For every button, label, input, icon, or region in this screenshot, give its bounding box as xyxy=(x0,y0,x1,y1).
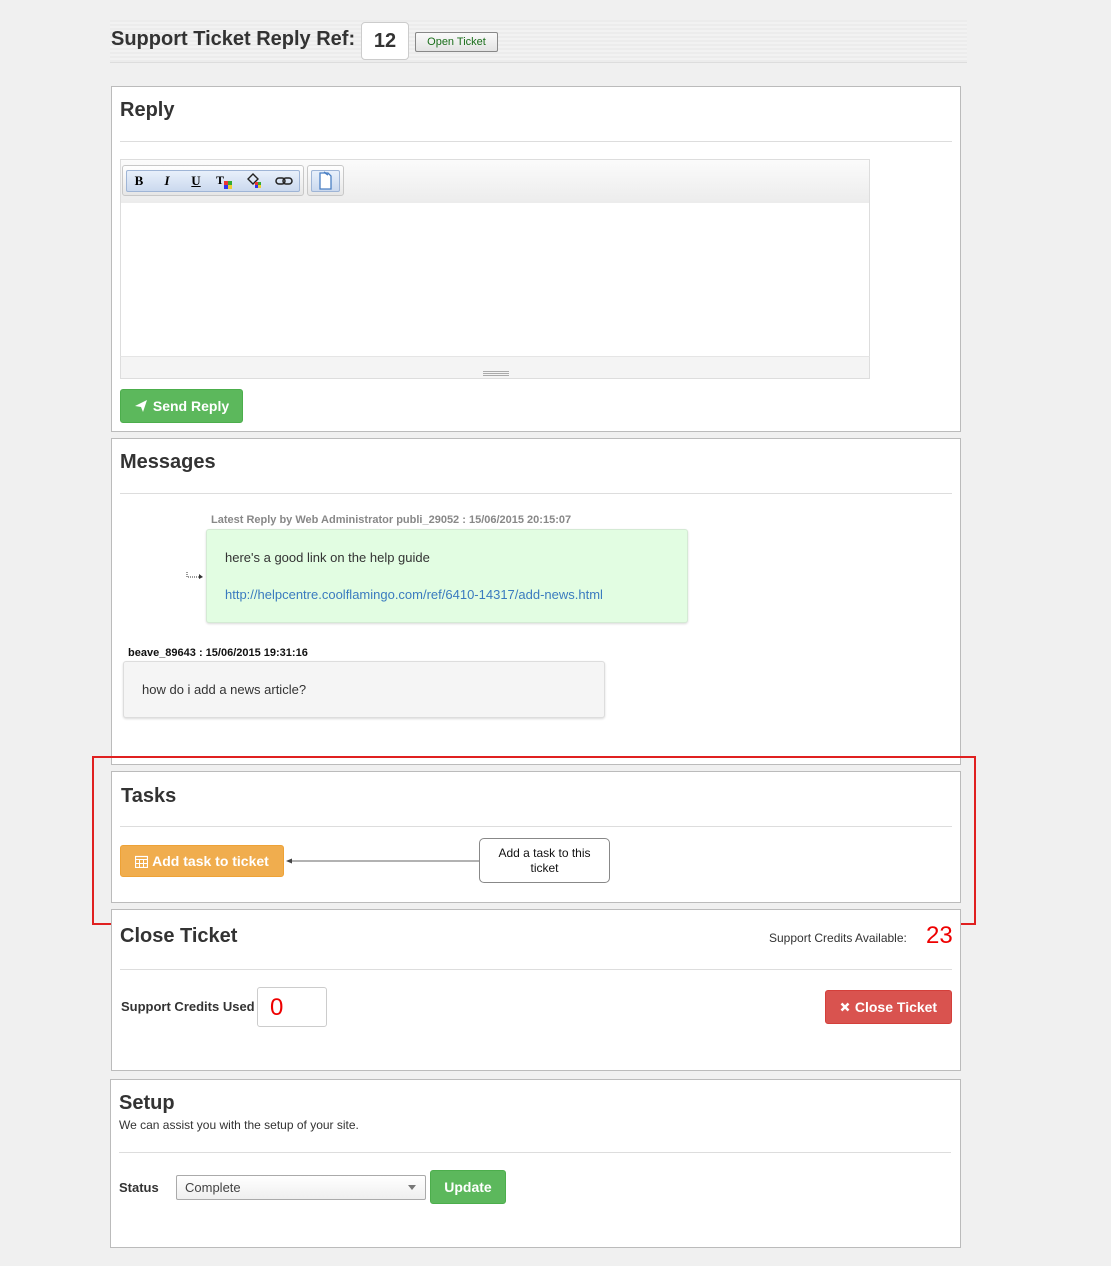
resize-handle[interactable] xyxy=(483,371,509,376)
message-meta: beave_89643 : 15/06/2015 19:31:16 xyxy=(128,647,308,659)
divider xyxy=(120,493,952,494)
paper-plane-icon xyxy=(134,400,147,412)
ticket-ref-number: 12 xyxy=(361,22,409,60)
send-reply-button[interactable]: Send Reply xyxy=(120,389,243,423)
setup-description: We can assist you with the setup of your… xyxy=(119,1118,359,1132)
document-icon xyxy=(319,171,332,190)
reply-title: Reply xyxy=(120,99,175,121)
text-color-button[interactable]: T xyxy=(211,170,237,192)
update-button[interactable]: Update xyxy=(430,1170,506,1204)
close-ticket-button[interactable]: Close Ticket xyxy=(825,990,952,1024)
messages-title: Messages xyxy=(120,451,216,473)
chevron-down-icon xyxy=(408,1185,416,1190)
message-meta: Latest Reply by Web Administrator publi_… xyxy=(211,514,572,526)
message-text: how do i add a news article? xyxy=(142,682,307,697)
page-title: Support Ticket Reply Ref: xyxy=(111,28,356,50)
credits-used-input[interactable] xyxy=(257,987,327,1027)
reply-editor-textarea[interactable] xyxy=(120,203,870,356)
paint-bucket-icon xyxy=(247,173,261,188)
setup-title: Setup xyxy=(119,1092,175,1114)
background-color-button[interactable] xyxy=(241,170,267,192)
italic-button[interactable]: I xyxy=(154,170,180,192)
bold-button[interactable]: B xyxy=(126,170,152,192)
status-select-value: Complete xyxy=(185,1180,241,1195)
reply-arrow-icon xyxy=(186,572,203,579)
help-guide-link[interactable]: http://helpcentre.coolflamingo.com/ref/6… xyxy=(225,587,603,602)
status-select[interactable]: Complete xyxy=(176,1175,426,1200)
divider xyxy=(120,141,952,142)
underline-button[interactable]: U xyxy=(183,170,209,192)
svg-text:T: T xyxy=(216,173,224,187)
divider xyxy=(120,969,952,970)
credits-used-value: 0 xyxy=(270,994,284,1021)
setup-panel xyxy=(110,1079,961,1248)
message-bubble-admin xyxy=(206,529,688,623)
credits-available-label: Support Credits Available: xyxy=(769,931,907,945)
close-ticket-label: Close Ticket xyxy=(854,999,938,1015)
close-icon xyxy=(840,1002,850,1012)
open-ticket-button[interactable]: Open Ticket xyxy=(415,32,498,52)
credits-used-label: Support Credits Used xyxy=(121,999,255,1014)
credits-available-value: 23 xyxy=(926,922,953,949)
link-icon xyxy=(275,177,293,185)
view-source-button[interactable] xyxy=(312,170,338,192)
insert-link-button[interactable] xyxy=(271,170,297,192)
divider xyxy=(119,1152,951,1153)
close-ticket-title: Close Ticket xyxy=(120,925,238,947)
message-text: here's a good link on the help guide xyxy=(225,550,430,565)
status-label: Status xyxy=(119,1180,159,1195)
tasks-highlight-box xyxy=(92,756,976,925)
send-reply-label: Send Reply xyxy=(152,398,230,414)
text-color-icon: T xyxy=(216,173,232,189)
